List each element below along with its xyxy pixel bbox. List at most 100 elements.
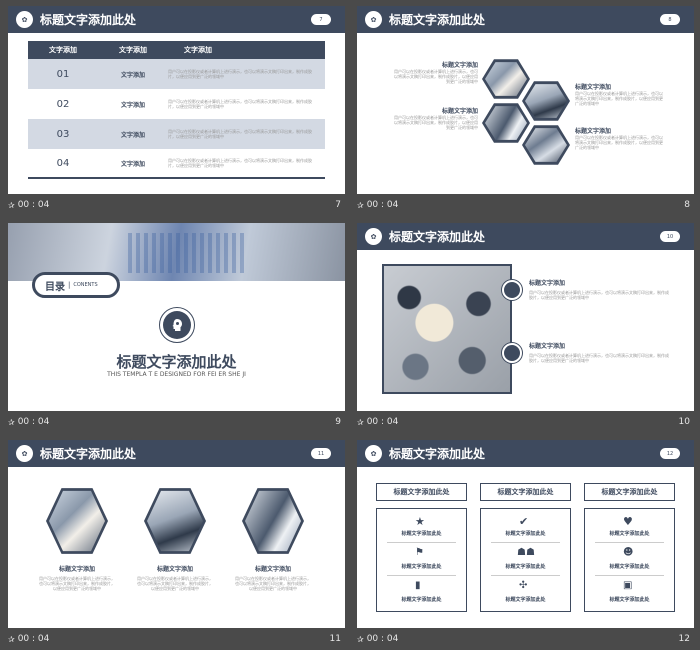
timing-value: 00 : 04 bbox=[17, 634, 50, 644]
toc-divider: | bbox=[68, 281, 71, 289]
slide-footer: ✰ 00 : 04 7 bbox=[8, 197, 345, 215]
row-text: 用户可以在投影仪或者计算机上进行演示，也可以将演示文稿打印出来，制作成胶片，以便… bbox=[168, 129, 312, 139]
item-label: 标题文字添加此处 bbox=[401, 597, 442, 603]
block-text: 用户可以在投影仪或者计算机上进行演示，也可以将演示文稿打印出来，制作成胶片，以便… bbox=[394, 69, 478, 84]
text-block: 标题文字添加 用户可以在投影仪或者计算机上进行演示，也可以将演示文稿打印出来，制… bbox=[136, 564, 214, 591]
item-label: 标题文字添加此处 bbox=[505, 531, 546, 537]
slide-title: 标题文字添加此处 bbox=[389, 13, 486, 27]
row-number: 02 bbox=[56, 98, 70, 110]
page-badge: 8 bbox=[660, 14, 680, 25]
item-label: 标题文字添加此处 bbox=[505, 597, 546, 603]
item-label: 标题文字添加此处 bbox=[609, 564, 650, 570]
head-icon-inner bbox=[163, 311, 191, 339]
slide-footer: ✰ 00 : 04 11 bbox=[8, 631, 345, 649]
slide-canvas: ✿ 标题文字添加此处 12 标题文字添加此处 ★ 标题文字添加此处 ⚑ 标题文字… bbox=[357, 440, 694, 628]
check-icon: ✔ bbox=[519, 515, 529, 528]
slide-thumb-10[interactable]: ✿ 标题文字添加此处 10 标题文字添加 用户可以在投影仪或者计算机上进行演示，… bbox=[357, 223, 694, 433]
photo-hexagon bbox=[46, 488, 108, 554]
photo-hexagon bbox=[482, 103, 530, 143]
text-block: 标题文字添加 用户可以在投影仪或者计算机上进行演示，也可以将演示文稿打印出来，制… bbox=[529, 341, 669, 363]
slide-header: ✿ 标题文字添加此处 10 bbox=[357, 223, 694, 250]
slide-title: 标题文字添加此处 bbox=[389, 447, 486, 461]
network-icon: ✣ bbox=[519, 580, 528, 591]
slide-number: 8 bbox=[684, 200, 690, 210]
team-photo bbox=[485, 62, 527, 96]
photo-hexagon bbox=[522, 81, 570, 121]
photo-hexagon bbox=[144, 488, 206, 554]
slide-thumb-7[interactable]: ✿ 标题文字添加此处 7 文字添加 文字添加 文字添加 01 文字添加 用户可以… bbox=[8, 6, 345, 216]
money-icon: ▣ bbox=[623, 580, 633, 591]
table-header: 文字添加 bbox=[119, 46, 147, 54]
block-title: 标题文字添加 bbox=[575, 128, 612, 135]
logo-icon: ✿ bbox=[365, 445, 382, 462]
star-icon: ★ bbox=[415, 515, 425, 528]
slide-title: 标题文字添加此处 bbox=[40, 13, 137, 27]
row-number: 04 bbox=[56, 157, 70, 169]
handshake-photo bbox=[147, 490, 203, 552]
slide-canvas: ✿ 标题文字添加此处 7 文字添加 文字添加 文字添加 01 文字添加 用户可以… bbox=[8, 6, 345, 194]
table-row: 02 文字添加 用户可以在投影仪或者计算机上进行演示，也可以将演示文稿打印出来，… bbox=[28, 89, 325, 119]
block-title: 标题文字添加 bbox=[529, 280, 566, 287]
toc-sub: CONENTS bbox=[73, 282, 98, 288]
slide-thumb-12[interactable]: ✿ 标题文字添加此处 12 标题文字添加此处 ★ 标题文字添加此处 ⚑ 标题文字… bbox=[357, 440, 694, 650]
page-badge: 10 bbox=[660, 231, 680, 242]
block-text: 用户可以在投影仪或者计算机上进行演示，也可以将演示文稿打印出来，制作成胶片，以便… bbox=[137, 576, 213, 591]
team-photo bbox=[525, 128, 567, 162]
slide-header: ✿ 标题文字添加此处 7 bbox=[8, 6, 345, 33]
block-text: 用户可以在投影仪或者计算机上进行演示，也可以将演示文稿打印出来，制作成胶片，以便… bbox=[575, 91, 663, 106]
slide-footer: ✰ 00 : 04 10 bbox=[357, 414, 694, 432]
block-text: 用户可以在投影仪或者计算机上进行演示，也可以将演示文稿打印出来，制作成胶片，以便… bbox=[39, 576, 115, 591]
slide-thumb-11[interactable]: ✿ 标题文字添加此处 11 标题文字添加 用户可以在投影仪或者计算机上进行演示，… bbox=[8, 440, 345, 650]
logo-icon: ✿ bbox=[16, 445, 33, 462]
transition-star-icon: ✰ bbox=[357, 417, 364, 427]
table-row: 04 文字添加 用户可以在投影仪或者计算机上进行演示，也可以将演示文稿打印出来，… bbox=[28, 149, 325, 179]
slide-footer: ✰ 00 : 04 9 bbox=[8, 414, 345, 432]
block-text: 用户可以在投影仪或者计算机上进行演示，也可以将演示文稿打印出来，制作成胶片，以便… bbox=[235, 576, 311, 591]
slide-thumb-9[interactable]: 目录 | CONENTS 标题文字添加此处 THIS TEMPLA T E DE… bbox=[8, 223, 345, 433]
column-header: 标题文字添加此处 bbox=[480, 483, 571, 501]
slide-number: 12 bbox=[678, 634, 690, 644]
table-header: 文字添加 bbox=[49, 46, 77, 54]
heart-icon: ♥ bbox=[623, 515, 633, 528]
toc-pill: 目录 | CONENTS bbox=[32, 272, 120, 298]
slide-thumb-8[interactable]: ✿ 标题文字添加此处 8 标题文字添加 用户可以在投影仪或者计算机上进行演示，也… bbox=[357, 6, 694, 216]
timing-value: 00 : 04 bbox=[366, 417, 399, 427]
column-box: ♥ 标题文字添加此处 ☻ 标题文字添加此处 ▣ 标题文字添加此处 bbox=[584, 508, 675, 612]
slide-footer: ✰ 00 : 04 12 bbox=[357, 631, 694, 649]
transition-star-icon: ✰ bbox=[8, 417, 15, 427]
divider bbox=[491, 575, 560, 576]
table-row: 01 文字添加 用户可以在投影仪或者计算机上进行演示，也可以将演示文稿打印出来，… bbox=[28, 59, 325, 89]
slide-header: ✿ 标题文字添加此处 8 bbox=[357, 6, 694, 33]
text-block: 标题文字添加 用户可以在投影仪或者计算机上进行演示，也可以将演示文稿打印出来，制… bbox=[393, 106, 478, 130]
page-badge: 11 bbox=[311, 448, 331, 459]
column-box: ✔ 标题文字添加此处 ☗☗ 标题文字添加此处 ✣ 标题文字添加此处 bbox=[480, 508, 571, 612]
text-block: 标题文字添加 用户可以在投影仪或者计算机上进行演示，也可以将演示文稿打印出来，制… bbox=[575, 126, 663, 150]
head-icon bbox=[159, 307, 195, 343]
slide-canvas: ✿ 标题文字添加此处 10 标题文字添加 用户可以在投影仪或者计算机上进行演示，… bbox=[357, 223, 694, 411]
text-block: 标题文字添加 用户可以在投影仪或者计算机上进行演示，也可以将演示文稿打印出来，制… bbox=[38, 564, 116, 591]
block-text: 用户可以在投影仪或者计算机上进行演示，也可以将演示文稿打印出来，制作成胶片，以便… bbox=[529, 353, 669, 363]
divider bbox=[595, 575, 664, 576]
group-icon: ☻ bbox=[623, 547, 634, 558]
slide-timing: ✰ 00 : 04 bbox=[8, 417, 49, 427]
item-label: 标题文字添加此处 bbox=[401, 531, 442, 537]
row-label: 文字添加 bbox=[120, 160, 145, 168]
slide-number: 10 bbox=[678, 417, 690, 427]
column-header: 标题文字添加此处 bbox=[584, 483, 675, 501]
logo-icon: ✿ bbox=[16, 11, 33, 28]
block-title: 标题文字添加 bbox=[254, 566, 291, 573]
divider bbox=[387, 542, 456, 543]
text-block: 标题文字添加 用户可以在投影仪或者计算机上进行演示，也可以将演示文稿打印出来，制… bbox=[529, 278, 669, 300]
block-title: 标题文字添加 bbox=[575, 84, 612, 91]
block-title: 标题文字添加 bbox=[441, 108, 478, 115]
slide-number: 7 bbox=[335, 200, 341, 210]
team-photo bbox=[485, 106, 527, 140]
divider bbox=[595, 542, 664, 543]
slide-footer: ✰ 00 : 04 8 bbox=[357, 197, 694, 215]
slide-timing: ✰ 00 : 04 bbox=[357, 200, 398, 210]
row-text: 用户可以在投影仪或者计算机上进行演示，也可以将演示文稿打印出来，制作成胶片，以便… bbox=[168, 99, 312, 109]
column-header: 标题文字添加此处 bbox=[376, 483, 467, 501]
table-header: 文字添加 bbox=[184, 46, 212, 54]
text-block: 标题文字添加 用户可以在投影仪或者计算机上进行演示，也可以将演示文稿打印出来，制… bbox=[234, 564, 312, 591]
main-subtitle: THIS TEMPLA T E DESIGNED FOR FEI ER SHE … bbox=[107, 371, 246, 378]
